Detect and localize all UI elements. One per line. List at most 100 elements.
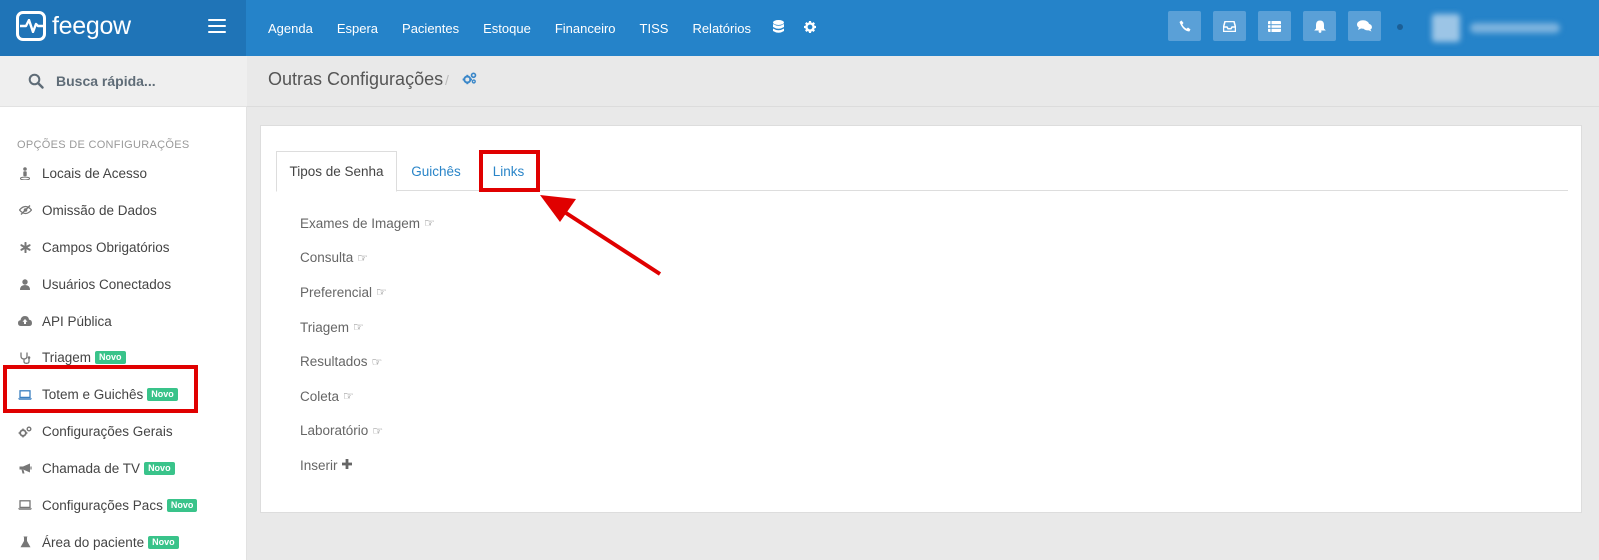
- phone-icon[interactable]: [1168, 11, 1201, 41]
- search-icon: [28, 73, 44, 89]
- sidebar-item-label: Campos Obrigatórios: [42, 239, 170, 255]
- menu-toggle-icon[interactable]: [208, 19, 226, 33]
- gear-icon[interactable]: [794, 20, 826, 36]
- tab-links[interactable]: Links: [484, 151, 533, 191]
- logo-icon: [16, 11, 46, 41]
- tab-guiches[interactable]: Guichês: [404, 151, 468, 191]
- bell-icon[interactable]: [1303, 11, 1336, 41]
- inbox-icon[interactable]: [1213, 11, 1246, 41]
- chat-icon[interactable]: [1348, 11, 1381, 41]
- sidebar-item-triagem[interactable]: Triagem Novo: [0, 339, 247, 376]
- new-badge: Novo: [95, 351, 126, 365]
- content-panel: Tipos de Senha Guichês Links Exames de I…: [260, 125, 1582, 513]
- status-dot: [1397, 24, 1403, 30]
- user-name: [1470, 23, 1560, 33]
- sidebar-item-omissao-de-dados[interactable]: Omissão de Dados: [0, 192, 247, 229]
- asterisk-icon: [18, 240, 32, 254]
- laptop-icon: [18, 498, 32, 512]
- eye-slash-icon: [18, 203, 32, 217]
- password-types-list: Exames de Imagem ☞ Consulta ☞ Preferencial…: [300, 206, 435, 483]
- gears-icon: [18, 425, 32, 439]
- main-nav: Agenda Espera Pacientes Estoque Financei…: [256, 0, 826, 56]
- top-navbar: feegow Agenda Espera Pacientes Estoque F…: [0, 0, 1599, 56]
- tab-tipos-de-senha[interactable]: Tipos de Senha: [276, 151, 397, 192]
- sidebar-item-label: Triagem: [42, 350, 92, 366]
- insert-button[interactable]: Inserir: [300, 448, 435, 483]
- list-item[interactable]: Preferencial ☞: [300, 275, 435, 310]
- sidebar-item-label: Totem e Guichês: [42, 387, 144, 403]
- new-badge: Novo: [144, 462, 175, 476]
- nav-espera[interactable]: Espera: [325, 21, 390, 36]
- type-label: Resultados: [300, 354, 368, 370]
- list-item[interactable]: Consulta ☞: [300, 241, 435, 276]
- list-item[interactable]: Coleta ☞: [300, 379, 435, 414]
- nav-financeiro[interactable]: Financeiro: [543, 21, 628, 36]
- nav-tiss[interactable]: TISS: [628, 21, 681, 36]
- sidebar-item-totem-e-guiches[interactable]: Totem e Guichês Novo: [0, 376, 247, 413]
- brand-name: feegow: [52, 12, 131, 40]
- avatar: [1432, 14, 1460, 42]
- sidebar-item-label: Omissão de Dados: [42, 202, 157, 218]
- list-icon[interactable]: [1258, 11, 1291, 41]
- sidebar-heading: OPÇÕES DE CONFIGURAÇÕES: [17, 139, 190, 151]
- sidebar-item-label: Configurações Pacs: [42, 497, 163, 513]
- type-label: Laboratório: [300, 423, 369, 439]
- hand-pointer-icon: ☞: [371, 354, 383, 369]
- type-label: Exames de Imagem: [300, 215, 421, 231]
- breadcrumb-separator: /: [445, 72, 449, 88]
- cloud-upload-icon: [18, 314, 32, 328]
- bullhorn-icon: [18, 462, 32, 476]
- hand-pointer-icon: ☞: [353, 320, 364, 335]
- insert-label: Inserir: [300, 457, 338, 473]
- nav-pacientes[interactable]: Pacientes: [390, 21, 471, 36]
- hand-pointer-icon: ☞: [372, 423, 384, 438]
- sidebar-item-label: Configurações Gerais: [42, 424, 173, 440]
- sidebar-item-chamada-de-tv[interactable]: Chamada de TV Novo: [0, 450, 247, 487]
- hand-pointer-icon: ☞: [376, 285, 387, 300]
- sidebar-item-area-do-paciente[interactable]: Área do paciente Novo: [0, 524, 247, 560]
- sidebar-item-label: Área do paciente: [42, 534, 145, 550]
- user-menu[interactable]: [1432, 14, 1572, 42]
- page-title: Outras Configurações: [268, 69, 444, 89]
- nav-agenda[interactable]: Agenda: [256, 21, 325, 36]
- sidebar-item-label: Usuários Conectados: [42, 276, 172, 292]
- flask-icon: [18, 535, 32, 549]
- hand-pointer-icon: ☞: [357, 250, 369, 265]
- type-label: Triagem: [300, 319, 350, 335]
- quick-search[interactable]: Busca rápida...: [0, 56, 247, 107]
- hand-pointer-icon: ☞: [343, 389, 354, 404]
- page-header: Outras Configurações /: [247, 56, 1599, 107]
- sidebar-menu: Locais de Acesso Omissão de Dados Campos…: [0, 155, 247, 560]
- plus-icon: [341, 458, 352, 472]
- sidebar-item-label: API Pública: [42, 313, 112, 329]
- sidebar-item-label: Chamada de TV: [42, 461, 141, 477]
- type-label: Preferencial: [300, 284, 373, 300]
- list-item[interactable]: Triagem ☞: [300, 310, 435, 345]
- new-badge: Novo: [147, 388, 178, 402]
- database-icon[interactable]: [763, 20, 794, 36]
- nav-relatorios[interactable]: Relatórios: [680, 21, 763, 36]
- gears-icon: [462, 72, 477, 90]
- street-view-icon: [18, 166, 32, 180]
- tab-bar: Tipos de Senha Guichês Links: [276, 151, 1568, 192]
- sidebar-item-configuracoes-pacs[interactable]: Configurações Pacs Novo: [0, 487, 247, 524]
- sidebar-item-label: Locais de Acesso: [42, 165, 148, 181]
- sidebar: Busca rápida... OPÇÕES DE CONFIGURAÇÕES …: [0, 56, 247, 560]
- sidebar-item-usuarios-conectados[interactable]: Usuários Conectados: [0, 266, 247, 303]
- sidebar-item-configuracoes-gerais[interactable]: Configurações Gerais: [0, 413, 247, 450]
- list-item[interactable]: Laboratório ☞: [300, 414, 435, 449]
- list-item[interactable]: Exames de Imagem ☞: [300, 206, 435, 241]
- nav-estoque[interactable]: Estoque: [471, 21, 543, 36]
- topbar-buttons: [1168, 11, 1393, 41]
- new-badge: Novo: [166, 498, 198, 512]
- hand-pointer-icon: ☞: [424, 216, 435, 231]
- laptop-icon: [18, 388, 32, 402]
- sidebar-item-api-publica[interactable]: API Pública: [0, 303, 247, 340]
- user-icon: [18, 277, 32, 291]
- sidebar-item-campos-obrigatorios[interactable]: Campos Obrigatórios: [0, 229, 247, 266]
- new-badge: Novo: [148, 535, 179, 549]
- brand-area: feegow: [0, 0, 246, 56]
- search-placeholder: Busca rápida...: [56, 73, 156, 89]
- list-item[interactable]: Resultados ☞: [300, 344, 435, 379]
- sidebar-item-locais-de-acesso[interactable]: Locais de Acesso: [0, 155, 247, 192]
